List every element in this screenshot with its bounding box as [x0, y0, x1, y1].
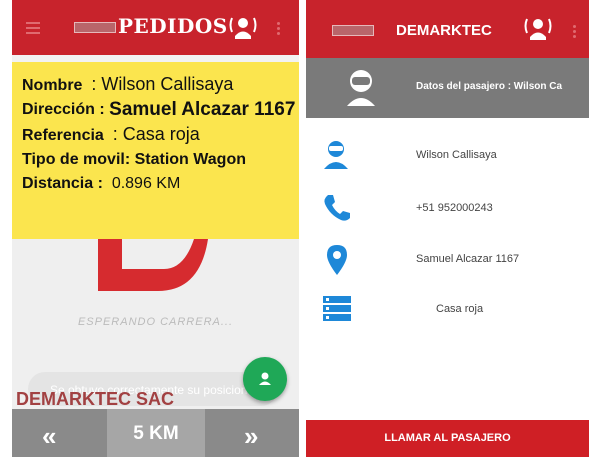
call-passenger-label: LLAMAR AL PASAJERO	[384, 432, 511, 444]
user-icon	[259, 372, 271, 385]
app-logo	[74, 22, 116, 33]
driver-alert-icon[interactable]	[523, 13, 553, 45]
passenger-title: Datos del pasajero : Wilson Ca	[416, 81, 563, 92]
driver-alert-icon[interactable]	[228, 12, 258, 44]
waiting-text: ESPERANDO CARRERA...	[77, 316, 234, 328]
passenger-bar: Datos del pasajero : Wilson Ca	[306, 58, 589, 118]
more-vert-icon[interactable]	[277, 22, 281, 36]
distance-value: 5 KM	[133, 423, 179, 444]
detail-row-phone[interactable]: +51 952000243	[306, 189, 589, 229]
info-distancia: Distancia : 0.896 KM	[22, 175, 181, 192]
info-direccion: Dirección : Samuel Alcazar 1167	[22, 99, 296, 120]
request-info-card: Nombre : Wilson Callisaya Dirección : Sa…	[12, 62, 299, 239]
locate-fab[interactable]	[243, 357, 287, 401]
detail-row-address: Samuel Alcazar 1167	[306, 240, 589, 280]
distance-bar: « 5 KM »	[12, 409, 299, 457]
right-screen: DEMARKTEC Datos del pasajero : Wilson Ca…	[306, 0, 589, 457]
page-title: PEDIDOS	[118, 14, 228, 38]
passenger-reference: Casa roja	[436, 303, 484, 315]
detail-row-name: Wilson Callisaya	[306, 136, 589, 176]
more-vert-icon[interactable]	[573, 25, 577, 39]
passenger-name: Wilson Callisaya	[416, 149, 497, 161]
info-nombre: Nombre : Wilson Callisaya	[22, 74, 234, 94]
company-name: DEMARKTEC SAC	[16, 389, 175, 409]
info-referencia: Referencia : Casa roja	[22, 124, 200, 144]
waiting-area: ESPERANDO CARRERA... Se obtuvo correctam…	[12, 239, 299, 409]
passenger-phone[interactable]: +51 952000243	[416, 202, 493, 214]
phone-icon[interactable]	[322, 193, 352, 223]
double-chevron-left-icon[interactable]: «	[42, 421, 56, 452]
call-passenger-button[interactable]: LLAMAR AL PASAJERO	[306, 420, 589, 457]
user-icon	[347, 70, 375, 106]
info-tipo-movil: Tipo de movil: Station Wagon	[22, 151, 246, 168]
brand-mark-icon	[98, 239, 208, 291]
app-header: PEDIDOS	[12, 0, 299, 55]
double-chevron-right-icon[interactable]: »	[244, 421, 258, 452]
app-logo	[332, 25, 374, 36]
passenger-address: Samuel Alcazar 1167	[416, 253, 520, 265]
list-icon	[323, 296, 351, 321]
user-icon	[324, 141, 348, 169]
app-header: DEMARKTEC	[306, 0, 589, 58]
page-title: DEMARKTEC	[396, 22, 492, 39]
location-pin-icon	[327, 245, 347, 275]
left-screen: PEDIDOS Nombre : Wilson Callisaya Direcc…	[12, 0, 299, 457]
detail-row-reference: Casa roja	[306, 290, 589, 330]
hamburger-icon[interactable]	[26, 22, 40, 34]
